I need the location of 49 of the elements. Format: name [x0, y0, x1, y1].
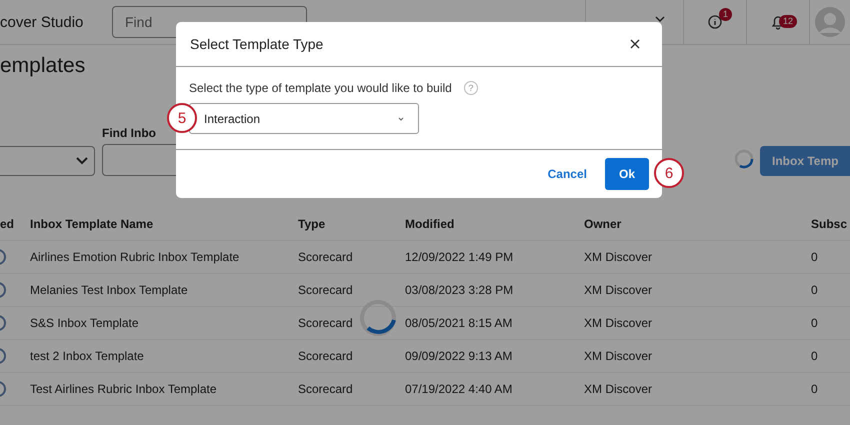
table-cell-text: 0	[811, 250, 819, 264]
ok-button[interactable]: Ok	[605, 158, 649, 190]
field-label: Find Inbo	[102, 126, 157, 140]
table-cell-text: Scorecard	[298, 316, 354, 330]
table-cell-text: XM Discover	[584, 382, 654, 396]
chevron-down-icon	[655, 16, 665, 22]
table-cell-text: 09/09/2022 9:13 AM	[405, 349, 514, 363]
cancel-button[interactable]: Cancel	[548, 159, 587, 189]
table-cell-text: Scorecard	[298, 349, 354, 363]
info-icon[interactable]	[708, 15, 722, 29]
column-header[interactable]: Subsc	[811, 217, 850, 231]
column-header[interactable]: Inbox Template Name	[30, 217, 298, 231]
template-type-select[interactable]: Interaction	[189, 103, 419, 134]
close-icon[interactable]	[630, 39, 640, 49]
notification-badge: 1	[719, 8, 732, 21]
page-title: emplates	[0, 53, 86, 79]
table-cell-text: Airlines Emotion Rubric Inbox Template	[30, 250, 240, 264]
table-cell-text: 0	[811, 283, 819, 297]
table-cell-text: 0	[811, 349, 819, 363]
table-cell-text: Scorecard	[298, 250, 354, 264]
notification-badge: 12	[779, 15, 798, 28]
table-cell-text: XM Discover	[584, 349, 654, 363]
table-cell-text: Scorecard	[298, 382, 354, 396]
table-cell-text: 0	[811, 316, 819, 330]
chevron-down-icon	[398, 116, 404, 120]
table-cell-text: Scorecard	[298, 283, 354, 297]
prompt-text: Select the type of template you would like to build	[189, 81, 452, 95]
table-cell-text: Test Airlines Rubric Inbox Template	[30, 382, 218, 396]
table-cell-text: 0	[811, 382, 819, 396]
table-cell-text: test 2 Inbox Template	[30, 349, 145, 363]
filter-dropdown[interactable]	[0, 146, 95, 176]
dialog-title: Select Template Type	[190, 36, 324, 52]
column-header[interactable]: Modified	[405, 217, 584, 231]
chevron-down-icon	[76, 157, 88, 165]
step-callout: 6	[654, 158, 684, 188]
column-header[interactable]: Owner	[584, 217, 811, 231]
column-header[interactable]: Type	[298, 217, 405, 231]
table-cell-text: S&S Inbox Template	[30, 316, 140, 330]
step-callout: 5	[167, 103, 197, 133]
table-cell-text: 08/05/2021 8:15 AM	[405, 316, 514, 330]
table-cell-text: 03/08/2023 3:28 PM	[405, 283, 514, 297]
table-cell-text: XM Discover	[584, 250, 654, 264]
table-cell-text: XM Discover	[584, 316, 654, 330]
app-title: cover Studio	[0, 14, 84, 30]
column-header[interactable]: ed	[0, 217, 30, 231]
table-cell-text: 07/19/2022 4:40 AM	[405, 382, 514, 396]
table-cell-text: Melanies Test Inbox Template	[30, 283, 189, 297]
table-cell-text: XM Discover	[584, 283, 654, 297]
table-cell-text: 12/09/2022 1:49 PM	[405, 250, 514, 264]
